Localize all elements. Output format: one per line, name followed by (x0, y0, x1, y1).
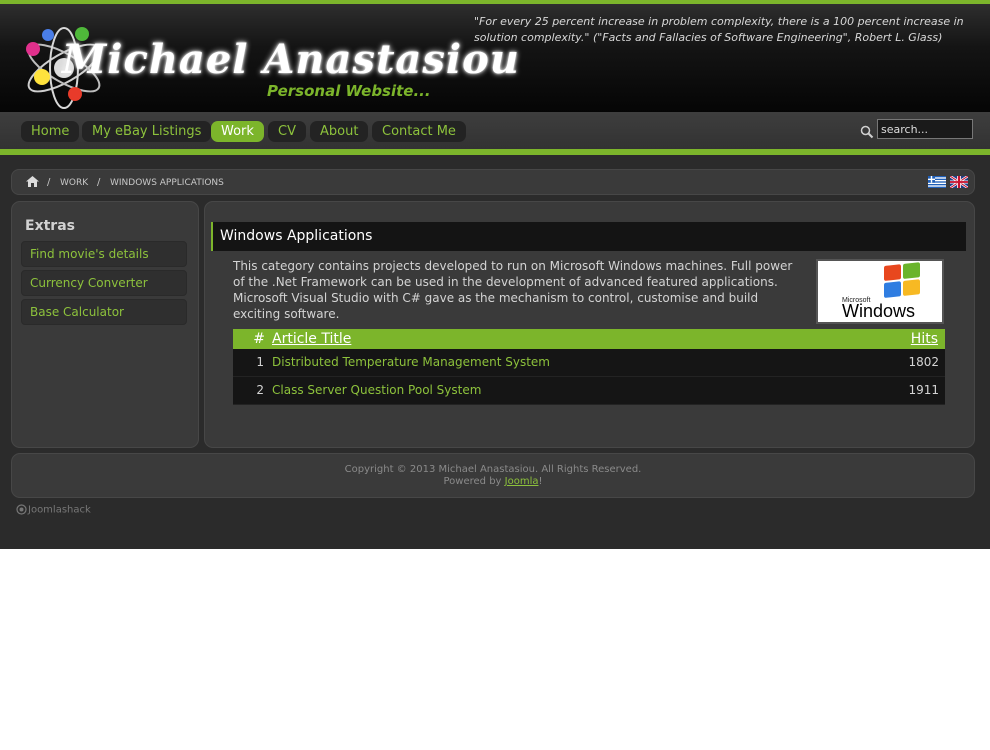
header-hits-sort[interactable]: Hits (911, 329, 938, 349)
uk-flag-icon[interactable] (950, 176, 968, 188)
joomla-link[interactable]: Joomla (505, 476, 539, 487)
nav-home[interactable]: Home (21, 121, 80, 142)
row-hits: 1802 (908, 355, 939, 369)
sidebar-link-currency-converter[interactable]: Currency Converter (21, 270, 187, 296)
nav-ebay-listings[interactable]: My eBay Listings (82, 121, 212, 142)
joomlashack-credit[interactable]: Joomlashack (16, 504, 91, 516)
page: Michael Anastasiou Personal Website... "… (0, 0, 990, 549)
header-article-title-sort[interactable]: Article Title (272, 329, 351, 349)
nav-contact-me[interactable]: Contact Me (372, 121, 466, 142)
breadcrumb-work[interactable]: Work (60, 178, 88, 188)
nav-about[interactable]: About (310, 121, 369, 142)
site-footer: Copyright © 2013 Michael Anastasiou. All… (11, 453, 975, 498)
table-row: 1 Distributed Temperature Management Sys… (233, 349, 945, 377)
page-title: Windows Applications (211, 222, 966, 251)
breadcrumb-separator: / (97, 177, 101, 188)
category-description: This category contains projects develope… (233, 259, 793, 321)
sidebar-link-base-calculator[interactable]: Base Calculator (21, 299, 187, 325)
table-row: 2 Class Server Question Pool System 1911 (233, 377, 945, 405)
nav-work[interactable]: Work (211, 121, 264, 142)
sidebar-title: Extras (25, 218, 75, 234)
main-content: Windows Applications This category conta… (204, 201, 975, 448)
windows-flag-icon: Microsoft Windows (842, 262, 920, 321)
site-header: Michael Anastasiou Personal Website... "… (0, 4, 990, 112)
credit-text: Joomlashack (28, 504, 91, 516)
powered-by-text: Powered by Joomla! (12, 476, 974, 487)
search-icon[interactable] (860, 125, 874, 139)
powered-by-suffix: ! (538, 476, 543, 487)
search-input[interactable] (877, 119, 973, 139)
row-hits: 1911 (908, 383, 939, 397)
joomlashack-icon (16, 504, 27, 515)
sidebar: Extras Find movie's details Currency Con… (11, 201, 199, 448)
table-header: # Article Title Hits (233, 329, 945, 349)
breadcrumb-current: Windows Applications (110, 178, 224, 188)
header-number: # (253, 331, 265, 347)
row-number: 1 (256, 355, 264, 369)
greek-flag-icon[interactable] (928, 176, 946, 188)
article-link[interactable]: Class Server Question Pool System (272, 377, 481, 404)
header-quote: "For every 25 percent increase in proble… (474, 15, 964, 44)
windows-logo-image: Microsoft Windows (816, 259, 944, 324)
site-logo[interactable]: Michael Anastasiou Personal Website... (20, 22, 519, 112)
windows-wordmark: Windows (842, 301, 915, 321)
main-navigation: Home My eBay Listings Work CV About Cont… (0, 112, 990, 150)
site-tagline: Personal Website... (267, 82, 431, 100)
article-link[interactable]: Distributed Temperature Management Syste… (272, 349, 550, 376)
site-name: Michael Anastasiou (62, 36, 520, 83)
powered-by-prefix: Powered by (443, 476, 505, 487)
home-icon[interactable] (26, 176, 39, 187)
nav-accent-bar (0, 149, 990, 155)
nav-cv[interactable]: CV (268, 121, 306, 142)
breadcrumb: / Work / Windows Applications (11, 169, 975, 195)
breadcrumb-separator: / (47, 177, 51, 188)
copyright-text: Copyright © 2013 Michael Anastasiou. All… (344, 464, 642, 475)
sidebar-link-find-movie[interactable]: Find movie's details (21, 241, 187, 267)
row-number: 2 (256, 383, 264, 397)
articles-table: # Article Title Hits 1 Distributed Tempe… (233, 329, 945, 405)
